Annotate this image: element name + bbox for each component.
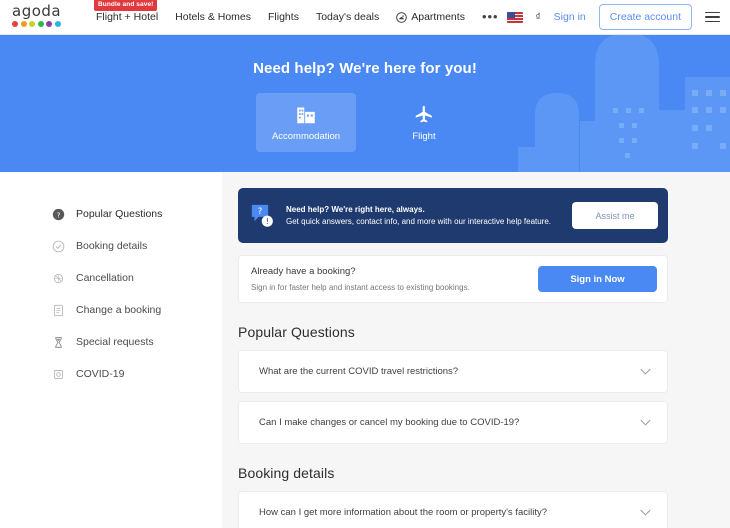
- hamburger-menu-icon[interactable]: [705, 11, 720, 23]
- section-title-popular-questions: Popular Questions: [238, 324, 355, 340]
- logo-dot: [12, 21, 18, 27]
- bundle-save-badge: Bundle and save!: [94, 0, 158, 11]
- sidebar-item-label: Cancellation: [76, 272, 134, 284]
- nav-item-todays-deals[interactable]: Today's deals: [316, 11, 379, 23]
- cancel-circle-icon: [53, 273, 64, 283]
- logo-dot: [46, 21, 52, 27]
- site-header: agoda Bundle and save! Flight + Hotel Ho…: [0, 0, 730, 35]
- faq-question: What are the current COVID travel restri…: [259, 366, 459, 377]
- hero-title: Need help? We're here for you!: [253, 60, 477, 77]
- airplane-icon: [415, 105, 432, 122]
- booking-card-subtitle: Sign in for faster help and instant acce…: [251, 283, 470, 292]
- logo-dot: [37, 21, 44, 27]
- nav-label: Today's deals: [315, 11, 380, 23]
- booking-card-text: Already have a booking? Sign in for fast…: [251, 266, 538, 292]
- assist-me-button[interactable]: Assist me: [572, 202, 658, 229]
- existing-booking-card: Already have a booking? Sign in for fast…: [238, 255, 668, 303]
- interactive-help-banner: ? ! Need help? We're right here, always.…: [238, 188, 668, 243]
- sign-in-now-button[interactable]: Sign in Now: [538, 266, 657, 292]
- sidebar-item-change-a-booking[interactable]: Change a booking: [52, 294, 222, 326]
- check-circle-icon: [52, 240, 65, 252]
- faq-item[interactable]: Can I make changes or cancel my booking …: [238, 401, 668, 444]
- sidebar: ? Popular Questions Booking details Canc…: [0, 172, 222, 528]
- help-banner-heading: Need help? We're right here, always.: [286, 205, 425, 214]
- sidebar-item-booking-details[interactable]: Booking details: [52, 230, 222, 262]
- faq-item[interactable]: What are the current COVID travel restri…: [238, 350, 668, 393]
- chevron-down-icon: [640, 419, 651, 426]
- sidebar-item-label: Booking details: [76, 240, 148, 252]
- primary-nav: Bundle and save! Flight + Hotel Hotels &…: [94, 0, 499, 23]
- hero-tab-accommodation[interactable]: Accommodation: [256, 93, 356, 152]
- booking-card-title: Already have a booking?: [251, 266, 356, 277]
- svg-text:!: !: [266, 217, 269, 226]
- faq-item[interactable]: How can I get more information about the…: [238, 491, 668, 528]
- sign-in-link[interactable]: Sign in: [554, 11, 586, 23]
- faq-question: How can I get more information about the…: [259, 507, 548, 518]
- hero-tab-flight[interactable]: Flight: [374, 93, 474, 152]
- nav-item-apartments[interactable]: Apartments: [396, 11, 465, 23]
- section-title-booking-details: Booking details: [238, 465, 335, 481]
- svg-text:?: ?: [57, 210, 61, 219]
- sidebar-item-special-requests[interactable]: Special requests: [52, 326, 222, 358]
- logo-dot: [20, 21, 27, 27]
- sidebar-item-label: Popular Questions: [76, 208, 163, 220]
- header-actions: ₫ Sign in Create account: [506, 4, 720, 30]
- us-flag-icon[interactable]: [506, 11, 523, 23]
- svg-text:?: ?: [258, 206, 263, 216]
- chevron-down-icon: [640, 368, 651, 375]
- currency-selector[interactable]: ₫: [536, 12, 541, 23]
- logo-dots: [12, 21, 74, 27]
- page-body: ? Popular Questions Booking details Canc…: [0, 172, 730, 528]
- hourglass-icon: [55, 336, 62, 348]
- nav-label: Flights: [268, 11, 299, 23]
- help-banner-text: Need help? We're right here, always. Get…: [286, 204, 561, 227]
- nav-label: Apartments: [411, 11, 465, 23]
- sidebar-item-covid-19[interactable]: COVID-19: [52, 358, 222, 390]
- nav-label: Flight + Hotel: [96, 11, 159, 23]
- sidebar-item-popular-questions[interactable]: ? Popular Questions: [52, 198, 222, 230]
- main-content: ? ! Need help? We're right here, always.…: [222, 172, 730, 528]
- logo-wordmark: agoda: [12, 2, 62, 20]
- sidebar-item-label: Special requests: [76, 336, 154, 348]
- hero-tab-label: Flight: [412, 130, 436, 142]
- building-icon: [297, 107, 315, 123]
- faq-question: Can I make changes or cancel my booking …: [259, 417, 520, 428]
- nav-item-flights[interactable]: Flights: [268, 11, 299, 23]
- agoda-logo[interactable]: agoda: [12, 2, 74, 27]
- nav-more-button[interactable]: •••: [482, 10, 499, 23]
- help-banner-body: Get quick answers, contact info, and mor…: [286, 216, 552, 226]
- question-circle-icon: ?: [52, 208, 65, 220]
- nav-label: Hotels & Homes: [175, 11, 252, 23]
- apartment-icon: [396, 11, 408, 23]
- hero-tab-group: Accommodation Flight: [256, 93, 474, 152]
- sidebar-item-label: Change a booking: [76, 304, 162, 316]
- chat-help-icon: ? !: [251, 204, 273, 227]
- nav-item-flight-hotel[interactable]: Bundle and save! Flight + Hotel: [94, 0, 159, 23]
- logo-dot: [29, 21, 35, 27]
- logo-dot: [54, 21, 61, 27]
- hero-tab-label: Accommodation: [271, 130, 341, 142]
- sidebar-item-cancellation[interactable]: Cancellation: [52, 262, 222, 294]
- virus-icon: [54, 369, 63, 379]
- chevron-down-icon: [640, 509, 651, 516]
- sidebar-item-label: COVID-19: [76, 368, 125, 380]
- nav-item-hotels-homes[interactable]: Hotels & Homes: [175, 11, 251, 23]
- hero-banner: Need help? We're here for you! Accommoda…: [0, 35, 730, 172]
- document-icon: [54, 304, 63, 316]
- city-skyline-decoration: [518, 35, 730, 172]
- create-account-button[interactable]: Create account: [598, 4, 692, 30]
